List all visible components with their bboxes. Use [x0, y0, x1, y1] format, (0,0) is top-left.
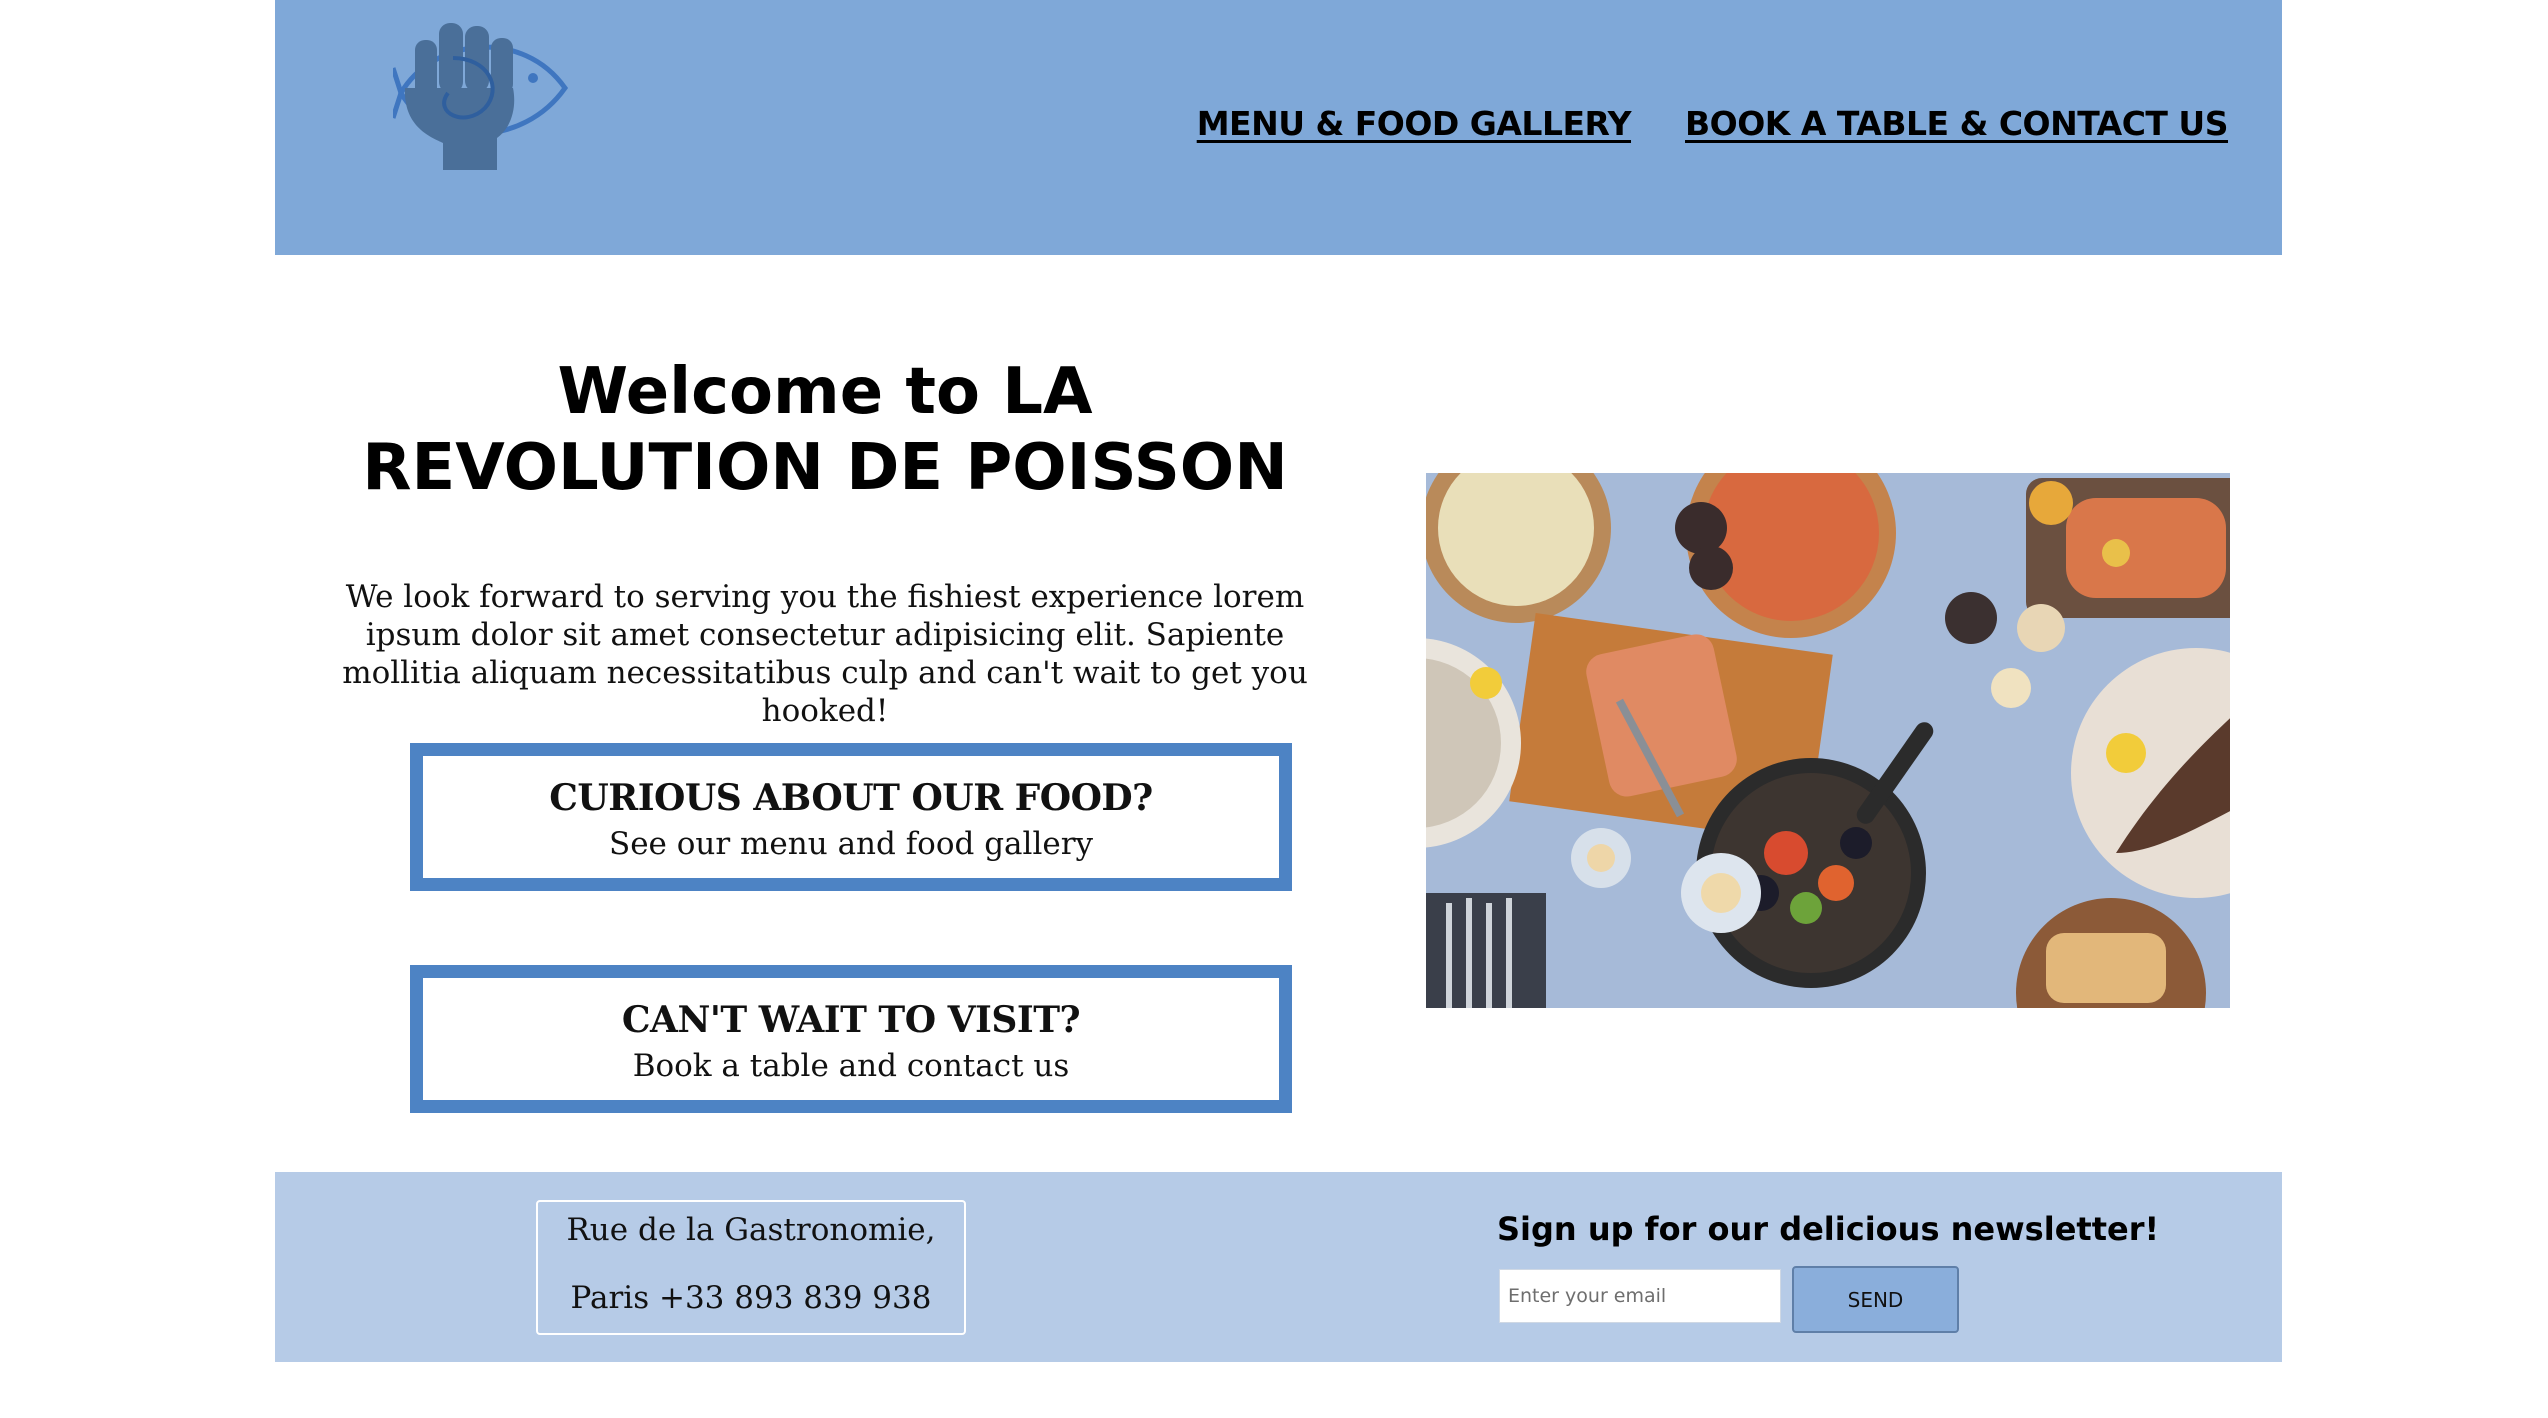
- newsletter-title: Sign up for our delicious newsletter!: [1497, 1210, 2160, 1248]
- visit-cta-subtitle: Book a table and contact us: [632, 1048, 1070, 1084]
- nav-link-book-contact[interactable]: BOOK A TABLE & CONTACT US: [1685, 104, 2228, 143]
- fist-fish-logo-icon: [390, 23, 569, 170]
- page-title: Welcome to LA REVOLUTION DE POISSON: [362, 355, 1288, 505]
- seafood-table-image: [1426, 473, 2230, 1008]
- address-city-phone: Paris +33 893 839 938: [570, 1280, 932, 1316]
- address-box: Rue de la Gastronomie, Paris +33 893 839…: [536, 1200, 966, 1335]
- address-line: Rue de la Gastronomie,: [566, 1212, 936, 1248]
- page: MENU & FOOD GALLERY BOOK A TABLE & CONTA…: [275, 0, 2282, 1365]
- food-cta-subtitle: See our menu and food gallery: [608, 826, 1094, 862]
- main-nav: MENU & FOOD GALLERY BOOK A TABLE & CONTA…: [1197, 104, 2229, 143]
- seafood-photo: [1426, 473, 2230, 1008]
- intro-text: We look forward to serving you the fishi…: [342, 579, 1308, 729]
- site-header: MENU & FOOD GALLERY BOOK A TABLE & CONTA…: [275, 0, 2282, 255]
- visit-cta-title: CAN'T WAIT TO VISIT?: [621, 999, 1081, 1041]
- logo[interactable]: [390, 18, 575, 178]
- nav-link-menu-gallery[interactable]: MENU & FOOD GALLERY: [1197, 104, 1632, 143]
- site-footer: Rue de la Gastronomie, Paris +33 893 839…: [275, 1172, 2282, 1362]
- book-table-cta-button[interactable]: CAN'T WAIT TO VISIT? Book a table and co…: [410, 965, 1292, 1113]
- food-gallery-cta-button[interactable]: CURIOUS ABOUT OUR FOOD? See our menu and…: [410, 743, 1292, 891]
- send-button[interactable]: SEND: [1792, 1266, 1959, 1333]
- email-input[interactable]: [1499, 1269, 1781, 1323]
- food-cta-title: CURIOUS ABOUT OUR FOOD?: [549, 777, 1153, 819]
